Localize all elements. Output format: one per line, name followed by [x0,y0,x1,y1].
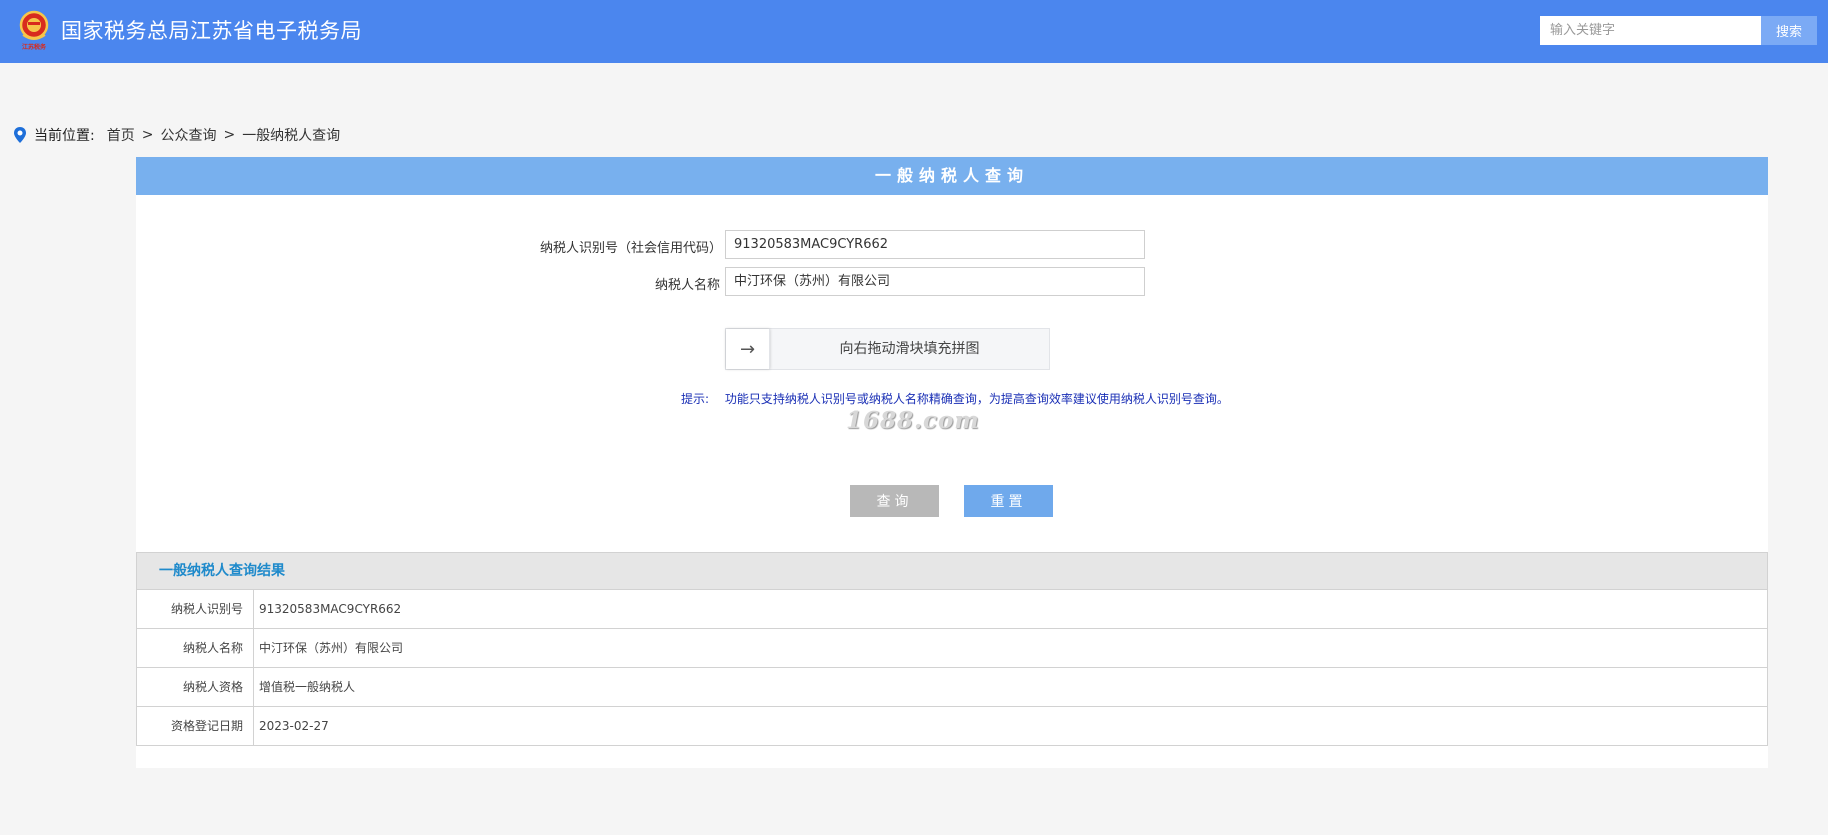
taxpayer-name-input[interactable]: 中汀环保（苏州）有限公司 [725,267,1145,296]
row-value: 91320583MAC9CYR662 [259,602,402,616]
query-hint: 提示: 功能只支持纳税人识别号或纳税人名称精确查询，为提高查询效率建议使用纳税人… [681,390,1229,407]
site-header: 江苏税务 国家税务总局江苏省电子税务局 搜索 [0,0,1828,63]
breadcrumb-home[interactable]: 首页 [107,125,135,145]
panel-title: 一般纳税人查询 [136,157,1768,195]
query-button[interactable]: 查询 [850,485,939,517]
tax-emblem-logo: 江苏税务 [18,9,50,51]
search-input[interactable] [1540,16,1761,45]
taxpayer-id-input[interactable]: 91320583MAC9CYR662 [725,230,1145,259]
row-value: 中汀环保（苏州）有限公司 [259,641,404,655]
query-panel: 一般纳税人查询 纳税人识别号（社会信用代码） 91320583MAC9CYR66… [136,157,1768,768]
table-row: 资格登记日期 2023-02-27 [137,707,1767,746]
results-table: 一般纳税人查询结果 纳税人识别号 91320583MAC9CYR662 纳税人名… [136,552,1768,746]
table-row: 纳税人识别号 91320583MAC9CYR662 [137,590,1767,629]
slider-instruction: 向右拖动滑块填充拼图 [839,341,980,357]
row-key: 资格登记日期 [137,707,254,746]
taxpayer-id-label: 纳税人识别号（社会信用代码） [539,241,722,256]
row-key: 纳税人名称 [137,629,254,667]
logo-caption: 江苏税务 [21,44,46,51]
row-key: 纳税人识别号 [137,590,254,628]
search-button[interactable]: 搜索 [1761,16,1817,45]
hint-text: 功能只支持纳税人识别号或纳税人名称精确查询，为提高查询效率建议使用纳税人识别号查… [724,392,1229,406]
breadcrumb: 当前位置: 首页 > 公众查询 > 一般纳税人查询 [12,124,340,146]
breadcrumb-separator: > [223,127,236,143]
breadcrumb-public-query[interactable]: 公众查询 [160,125,216,145]
reset-button[interactable]: 重置 [964,485,1053,517]
row-value: 增值税一般纳税人 [259,680,356,694]
breadcrumb-label: 当前位置: [34,128,95,144]
results-title: 一般纳税人查询结果 [137,553,1767,590]
breadcrumb-separator: > [141,127,154,143]
taxpayer-name-label: 纳税人名称 [654,278,720,293]
site-title: 国家税务总局江苏省电子税务局 [61,19,362,43]
row-value: 2023-02-27 [259,719,329,733]
hint-label: 提示: [681,392,710,406]
watermark: 1688.com [846,407,980,434]
table-row: 纳税人资格 增值税一般纳税人 [137,668,1767,707]
row-key: 纳税人资格 [137,668,254,706]
location-pin-icon [12,126,28,144]
table-row: 纳税人名称 中汀环保（苏州）有限公司 [137,629,1767,668]
slider-captcha[interactable]: → 向右拖动滑块填充拼图 [725,328,1050,370]
breadcrumb-current[interactable]: 一般纳税人查询 [242,125,340,145]
slider-arrow-icon[interactable]: → [726,329,770,369]
